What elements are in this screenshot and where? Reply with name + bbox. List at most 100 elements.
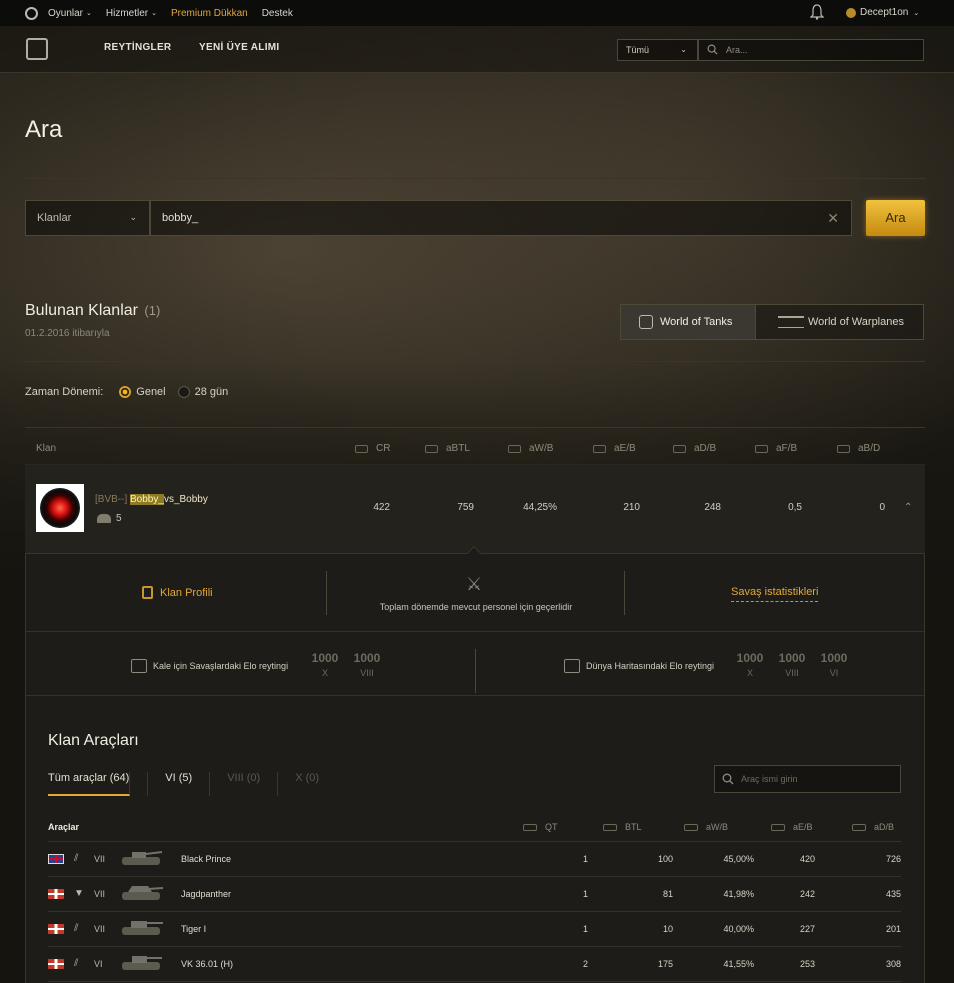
search-type-dropdown[interactable]: Klanlar ⌄ xyxy=(25,200,150,236)
personnel-note: Toplam dönemde mevcut personel için geçe… xyxy=(379,602,573,612)
nav-ratings[interactable]: REYTİNGLER xyxy=(104,42,171,53)
tab-all-vehicles[interactable]: Tüm araçlar (64) xyxy=(48,772,131,796)
value-cr: 422 xyxy=(373,502,390,513)
user-badge-icon xyxy=(846,7,856,18)
clan-portal-logo-icon[interactable] xyxy=(26,38,48,60)
divider xyxy=(25,178,925,179)
value-aeb: 253 xyxy=(799,959,815,969)
col-aeb[interactable]: aE/B xyxy=(593,443,636,454)
tab-tier-vi[interactable]: VI (5) xyxy=(147,772,211,796)
menu-services[interactable]: Hizmetler ⌄ xyxy=(106,8,157,19)
scope-select[interactable]: Tümü ⌄ xyxy=(617,39,698,61)
tab-world-of-tanks[interactable]: World of Tanks xyxy=(621,305,756,339)
chevron-down-icon: ⌄ xyxy=(129,212,137,222)
portal-nav: REYTİNGLER YENİ ÜYE ALIMI Tümü ⌄ Ara... xyxy=(0,26,954,73)
col-clan[interactable]: Klan xyxy=(36,443,56,454)
clan-result-row[interactable]: [BVB--] Bobby_vs_Bobby 5 422 759 44,25% … xyxy=(25,465,925,553)
menu-label: Hizmetler xyxy=(105,7,149,19)
col-btl[interactable]: BTL xyxy=(603,822,642,832)
divider xyxy=(624,571,625,615)
col-label: aB/D xyxy=(858,443,881,454)
flag-germany-icon xyxy=(48,924,64,934)
value-aeb: 242 xyxy=(799,889,815,899)
col-label: QT xyxy=(545,822,558,832)
wargaming-logo-icon[interactable] xyxy=(25,6,38,20)
value-btl: 100 xyxy=(657,854,673,864)
col-aeb[interactable]: aE/B xyxy=(771,822,813,832)
tab-tier-x[interactable]: X (0) xyxy=(295,772,336,796)
experience-icon xyxy=(593,444,606,453)
vehicle-row[interactable]: ⫽ VII Tiger I 1 10 40,00% 227 201 xyxy=(48,912,901,947)
clan-profile-link[interactable]: Klan Profili xyxy=(142,586,213,599)
tank-image-icon xyxy=(122,921,163,935)
elo-tier: VI xyxy=(829,668,839,678)
value-awb: 44,25% xyxy=(523,502,557,513)
search-button[interactable]: Ara xyxy=(866,200,925,236)
scope-select-value: Tümü xyxy=(626,45,650,55)
battle-stats-link[interactable]: Savaş istatistikleri xyxy=(731,586,819,602)
vehicle-search-input[interactable]: Araç ismi girin xyxy=(714,765,901,793)
elo-tier: X xyxy=(746,668,753,678)
globe-icon xyxy=(564,659,580,673)
col-afb[interactable]: aF/B xyxy=(755,443,797,454)
damage-icon xyxy=(852,823,866,831)
col-awb[interactable]: aW/B xyxy=(684,822,728,832)
vehicle-row[interactable]: ⫽ VI VK 36.01 (H) 2 175 41,55% 253 308 xyxy=(48,947,901,982)
experience-icon xyxy=(771,823,785,831)
collapse-icon[interactable]: ⌃ xyxy=(904,502,912,513)
vehicles-table-header: Araçlar QT BTL aW/B aE/B aD/B xyxy=(48,814,901,842)
shield-icon xyxy=(142,586,153,599)
vehicle-row[interactable]: ⫽ VII Black Prince 1 100 45,00% 420 726 xyxy=(48,842,901,877)
vehicles-title: Klan Araçları xyxy=(48,732,139,749)
col-abd[interactable]: aB/D xyxy=(837,443,880,454)
col-cr[interactable]: CR xyxy=(355,443,390,454)
clan-name[interactable]: [BVB--] Bobby_vs_Bobby xyxy=(95,494,208,505)
flag-germany-icon xyxy=(48,889,64,899)
value-aeb: 227 xyxy=(799,924,815,934)
bell-icon[interactable] xyxy=(810,4,824,20)
col-adb[interactable]: aD/B xyxy=(852,822,894,832)
col-abtl[interactable]: aBTL xyxy=(425,443,470,454)
tab-world-of-warplanes[interactable]: World of Warplanes xyxy=(756,305,923,339)
user-menu[interactable]: Decept1on ⌄ xyxy=(846,7,919,18)
menu-games[interactable]: Oyunlar ⌄ xyxy=(48,8,92,19)
value-aeb: 420 xyxy=(799,854,815,864)
damage-icon xyxy=(673,444,686,453)
value-qt: 2 xyxy=(582,959,588,969)
chevron-down-icon: ⌄ xyxy=(86,10,92,17)
value-qt: 1 xyxy=(582,854,588,864)
elo-label-text: Dünya Haritasındaki Elo reytingi xyxy=(586,661,715,671)
value-abd: 0 xyxy=(879,502,885,513)
menu-support[interactable]: Destek xyxy=(262,8,293,19)
clear-icon[interactable]: ✕ xyxy=(827,210,839,227)
radio-28-days[interactable] xyxy=(177,386,190,398)
clan-table-header: Klan CR aBTL aW/B aE/B aD/B aF/B aB/D xyxy=(25,427,925,465)
col-awb[interactable]: aW/B xyxy=(508,443,553,454)
value-adb: 201 xyxy=(885,924,901,934)
menu-premium-shop[interactable]: Premium Dükkan xyxy=(171,8,248,19)
nav-recruitment[interactable]: YENİ ÜYE ALIMI xyxy=(199,42,280,53)
tab-tier-viii[interactable]: VIII (0) xyxy=(227,772,279,796)
col-label: CR xyxy=(376,443,391,454)
elo-value: 1000 xyxy=(353,651,381,665)
value-awb: 40,00% xyxy=(723,924,754,934)
col-vehicles[interactable]: Araçlar xyxy=(48,822,79,832)
vehicle-row[interactable]: ▼ VII Jagdpanther 1 81 41,98% 242 435 xyxy=(48,877,901,912)
global-search-input[interactable]: Ara... xyxy=(698,39,924,61)
col-adb[interactable]: aD/B xyxy=(673,443,716,454)
tab-label: World of Tanks xyxy=(660,316,733,328)
clan-search-input[interactable]: bobby_ ✕ xyxy=(150,200,852,236)
members-icon xyxy=(97,514,111,523)
radio-general[interactable] xyxy=(119,386,132,398)
value-adb: 435 xyxy=(885,889,901,899)
vehicle-tier: VII xyxy=(94,854,106,864)
value-adb: 726 xyxy=(885,854,901,864)
value-adb: 308 xyxy=(885,959,901,969)
clan-members: 5 xyxy=(97,513,122,524)
page-title: Ara xyxy=(25,116,63,143)
menu-label: Oyunlar xyxy=(48,7,84,19)
col-label: aF/B xyxy=(776,443,798,454)
username: Decept1on xyxy=(860,7,909,18)
value-btl: 10 xyxy=(662,924,673,934)
col-qt[interactable]: QT xyxy=(523,822,558,832)
